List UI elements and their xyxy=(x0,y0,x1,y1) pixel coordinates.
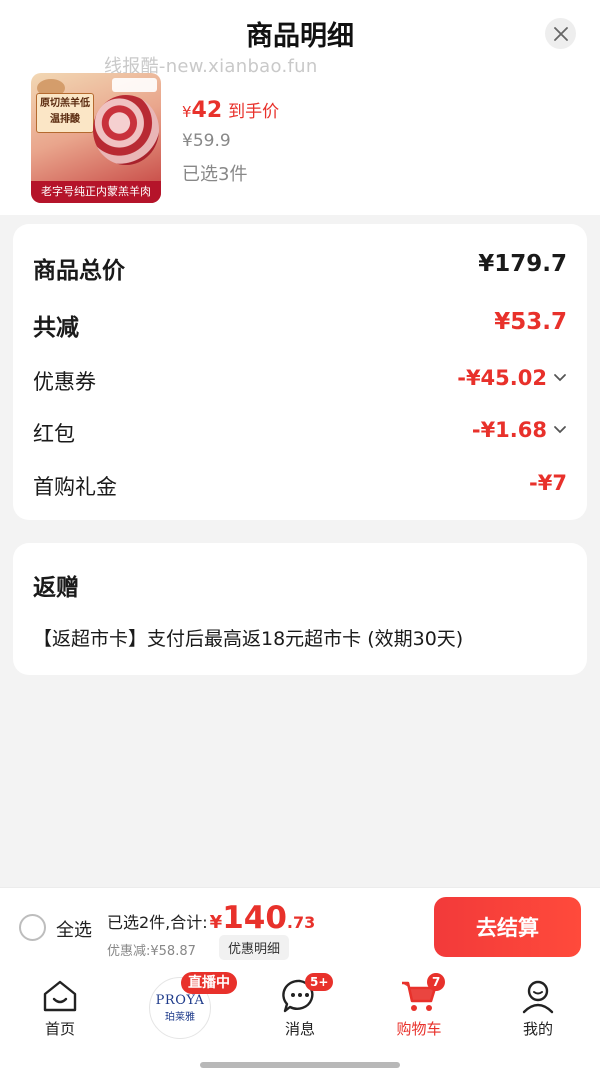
select-all-label[interactable]: 全选 xyxy=(56,916,92,942)
home-indicator xyxy=(200,1062,400,1068)
red-packet-row[interactable]: -¥1.68 xyxy=(472,418,567,442)
final-price: ¥42 到手价 xyxy=(182,98,280,123)
select-all-radio[interactable] xyxy=(19,914,46,941)
tab-me-label: 我的 xyxy=(522,1020,553,1038)
price-summary-card: 商品总价 ¥179.7 共减 ¥53.7 优惠券 -¥45.02 红包 -¥1.… xyxy=(13,224,587,520)
first-purchase-label: 首购礼金 xyxy=(33,475,117,499)
messages-badge: 5+ xyxy=(305,973,334,991)
first-purchase-value: -¥7 xyxy=(529,471,567,495)
red-packet-label: 红包 xyxy=(33,422,75,446)
close-icon xyxy=(553,26,568,41)
total-price-value: ¥179.7 xyxy=(478,251,567,277)
home-icon xyxy=(41,977,79,1015)
red-packet-value: -¥1.68 xyxy=(471,418,547,442)
discount-text: 优惠减:¥58.87 xyxy=(107,944,196,959)
page-title: 商品明细 xyxy=(246,21,354,52)
tab-cart-label: 购物车 xyxy=(396,1020,442,1038)
gift-card: 返赠 【返超市卡】支付后最高返18元超市卡 (效期30天) xyxy=(13,543,587,675)
tab-messages[interactable]: 消息 xyxy=(250,967,350,1047)
user-icon xyxy=(519,977,557,1015)
total-reduce-value: ¥53.7 xyxy=(494,309,567,335)
meat-slices-graphic xyxy=(93,95,159,165)
checkout-button[interactable]: 去结算 xyxy=(434,897,581,957)
product-badge: 原切羔羊低温排酸 xyxy=(36,93,94,133)
live-badge: 直播中 xyxy=(181,972,237,994)
live-brand-logo: PROYA xyxy=(155,993,205,1008)
live-brand-sub: 珀莱雅 xyxy=(165,1012,195,1023)
discount-detail-button[interactable]: 优惠明细 xyxy=(219,935,290,960)
coupon-row[interactable]: -¥45.02 xyxy=(457,366,567,390)
selected-count: 已选3件 xyxy=(182,164,248,185)
total-price-label: 商品总价 xyxy=(33,258,125,284)
tab-home[interactable]: 首页 xyxy=(10,967,110,1047)
coupon-value: -¥45.02 xyxy=(457,366,547,390)
tab-me[interactable]: 我的 xyxy=(488,967,588,1047)
tab-home-label: 首页 xyxy=(44,1020,75,1038)
tab-cart[interactable]: 购物车 xyxy=(369,967,469,1047)
original-price: ¥59.9 xyxy=(182,131,231,151)
coupon-label: 优惠券 xyxy=(33,370,96,394)
tab-messages-label: 消息 xyxy=(284,1020,315,1038)
checkout-bar: 全选 已选2件,合计: ¥140.73 优惠减:¥58.87 优惠明细 去结算 xyxy=(0,887,600,967)
close-button[interactable] xyxy=(545,18,576,49)
product-caption: 老字号纯正内蒙羔羊肉 xyxy=(31,181,161,203)
selected-total: 已选2件,合计: ¥140.73 xyxy=(107,900,316,936)
total-reduce-label: 共减 xyxy=(33,315,79,341)
brand-logo xyxy=(112,78,157,92)
chevron-down-icon xyxy=(553,373,567,383)
chevron-down-icon xyxy=(553,425,567,435)
gift-title: 返赠 xyxy=(33,575,79,601)
product-image[interactable]: 原切羔羊低温排酸 老字号纯正内蒙羔羊肉 xyxy=(31,73,161,203)
gift-text: 【返超市卡】支付后最高返18元超市卡 (效期30天) xyxy=(33,628,464,650)
